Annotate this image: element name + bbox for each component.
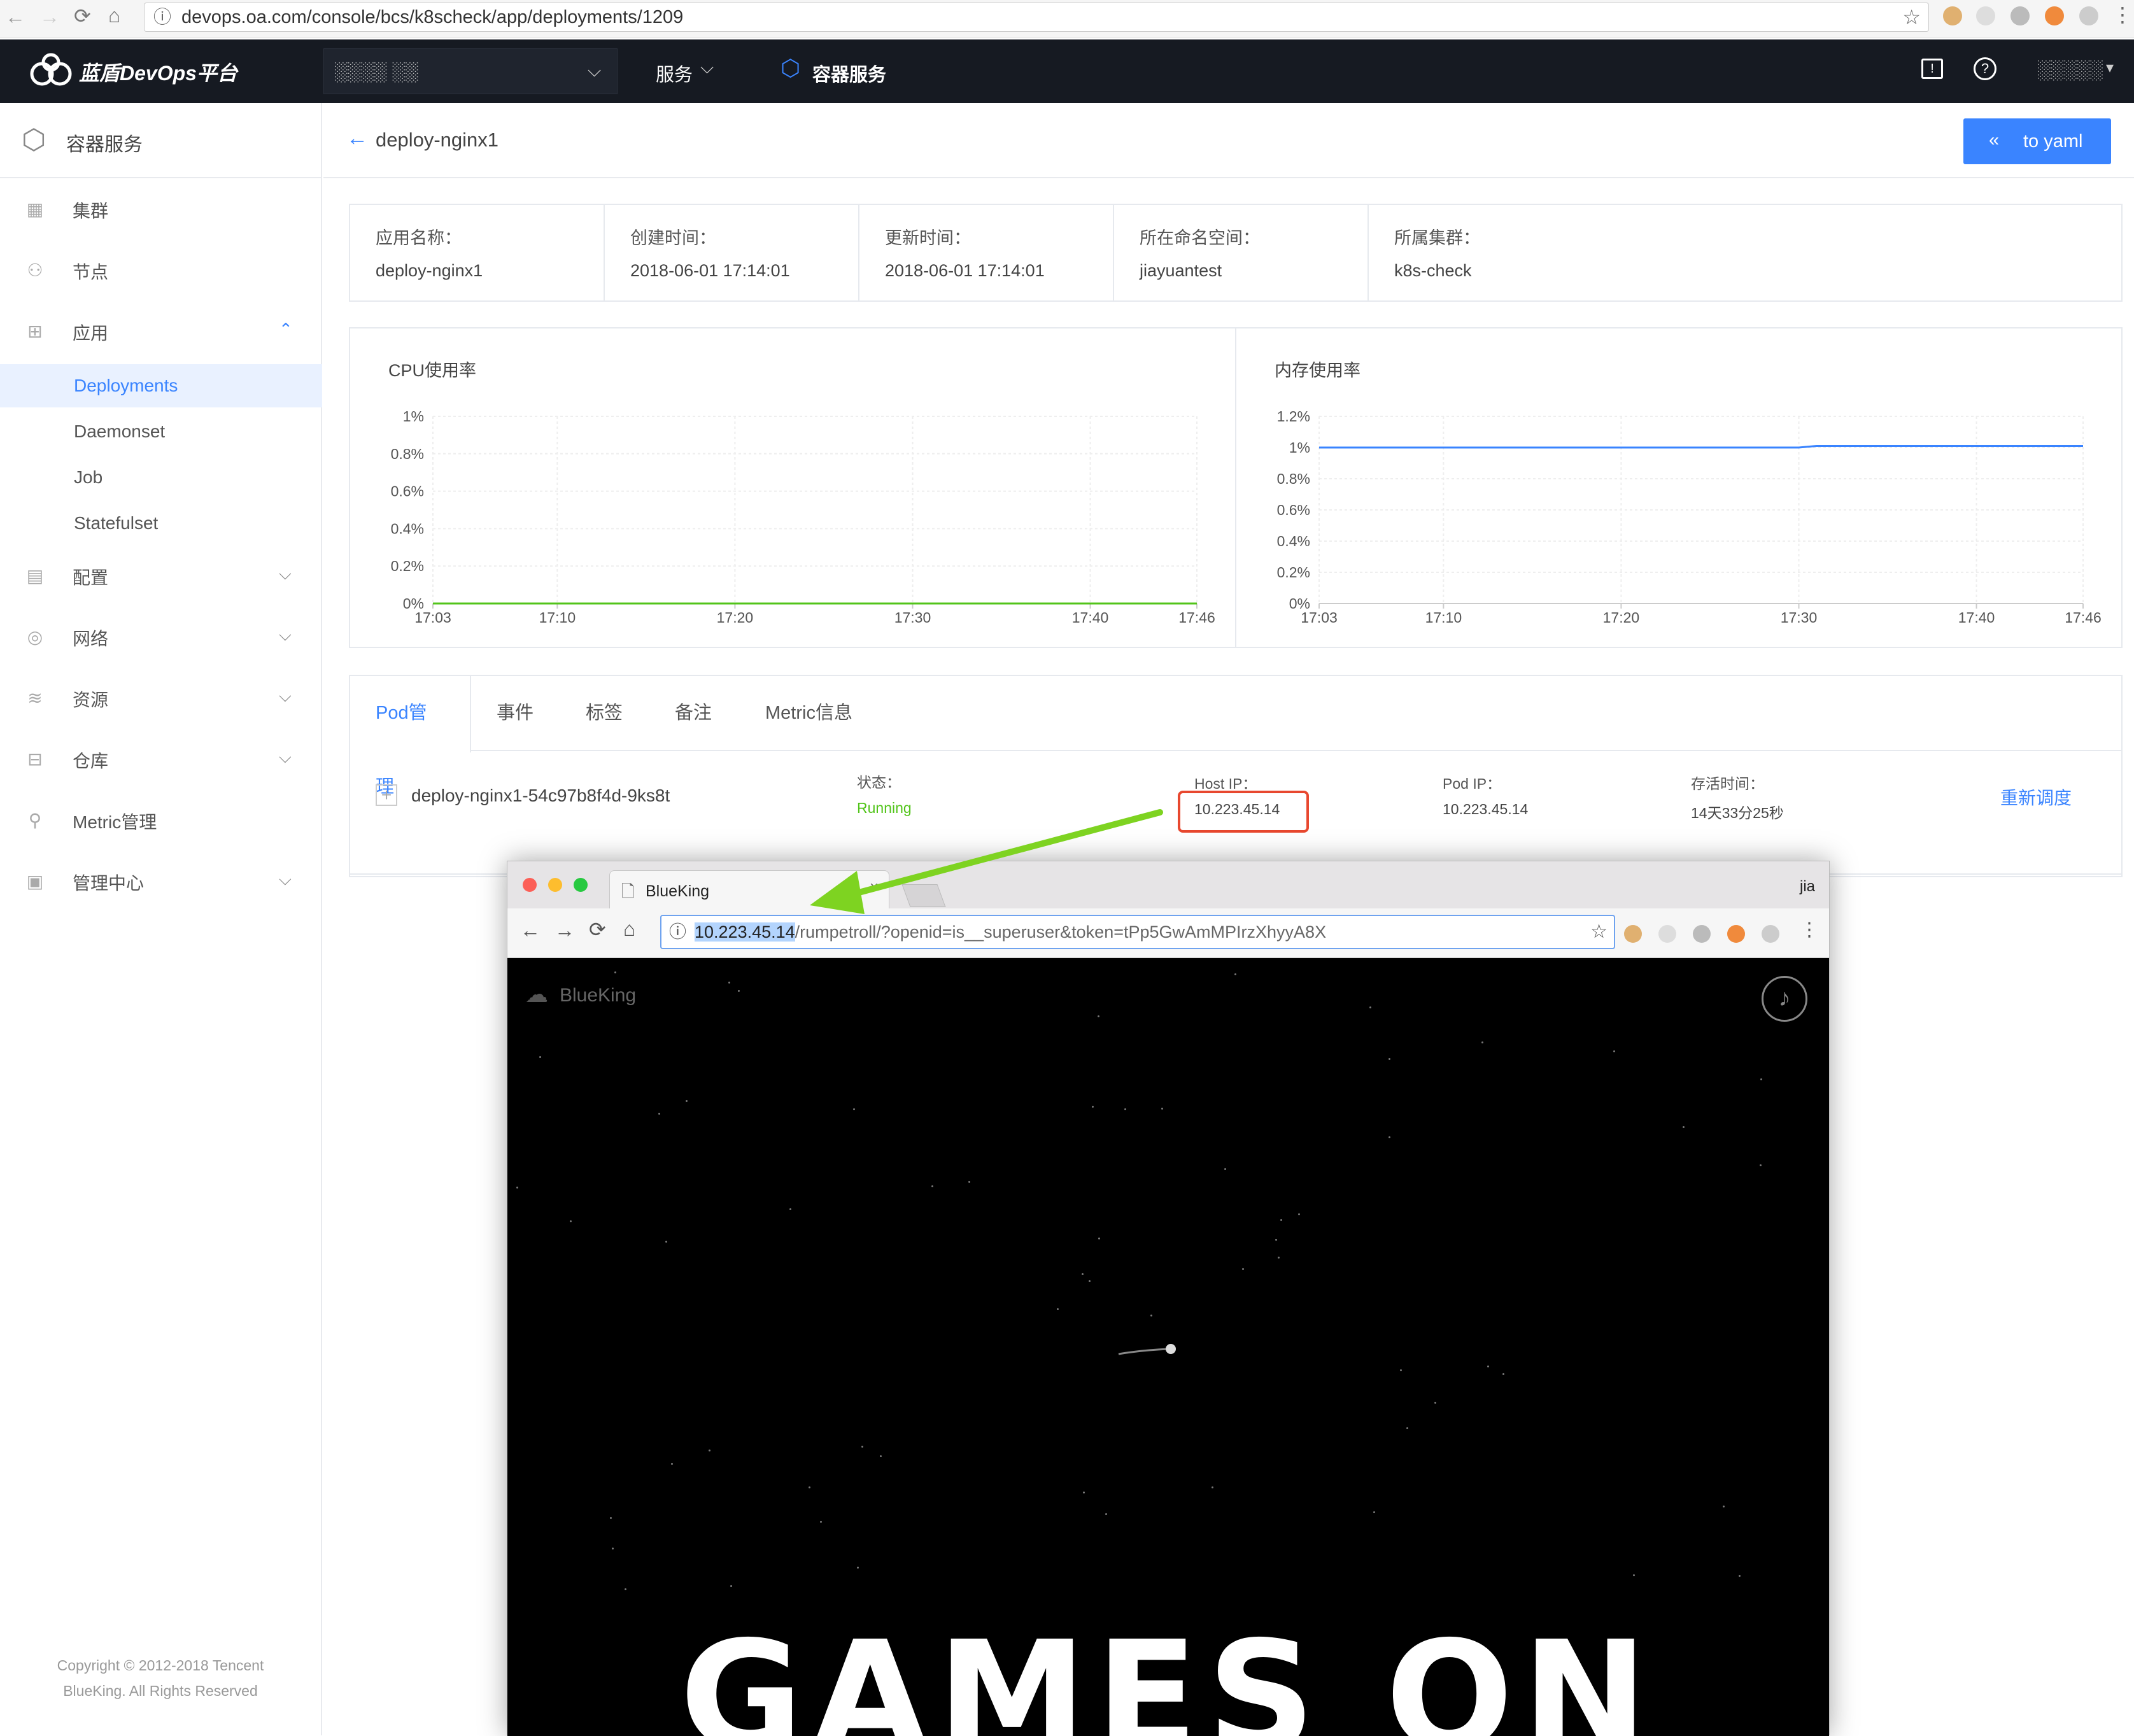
annotation-arrow	[810, 809, 1163, 914]
